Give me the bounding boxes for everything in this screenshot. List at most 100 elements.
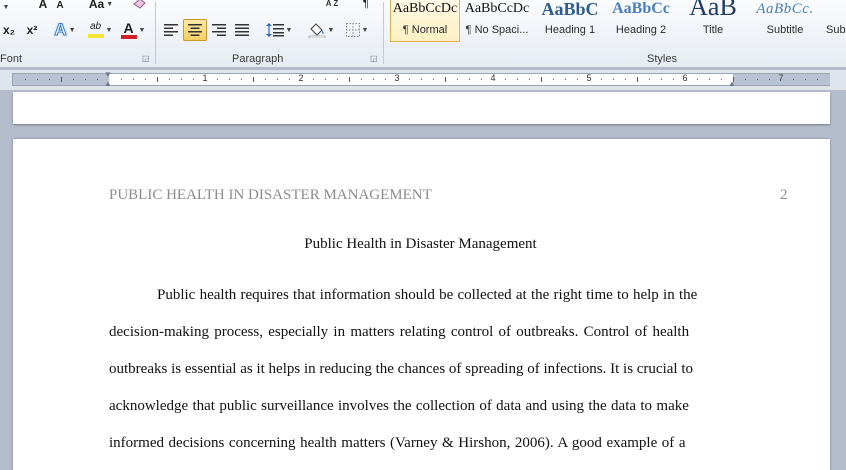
subscript-button[interactable]: x₂ xyxy=(0,20,18,40)
ruler-number: 2 xyxy=(298,73,304,83)
paragraph-dialog-launcher-icon[interactable]: ◲ xyxy=(370,54,378,63)
ruler-dot xyxy=(325,79,326,80)
first-line-indent-marker[interactable]: ▼ xyxy=(104,70,112,79)
document-title[interactable]: Public Health in Disaster Management xyxy=(13,236,828,253)
ruler-half-tick xyxy=(61,77,62,82)
ruler-dot xyxy=(745,79,746,80)
style-subtitle[interactable]: AaBbCc. Subtitle xyxy=(750,0,820,42)
styles-group: AaBbCcDc ¶ Normal AaBbCcDc ¶ No Spaci...… xyxy=(384,0,846,68)
chevron-down-icon: ▼ xyxy=(285,26,293,34)
style-heading-1[interactable]: AaBbC Heading 1 xyxy=(535,0,605,42)
running-header[interactable]: PUBLIC HEALTH IN DISASTER MANAGEMENT xyxy=(109,187,432,204)
shading-button[interactable]: ▼ xyxy=(304,19,338,41)
style-subtitle-sample: AaBbCc. xyxy=(756,1,814,17)
style-heading-2-label: Heading 2 xyxy=(615,24,667,36)
borders-button[interactable]: ▼ xyxy=(340,19,374,41)
font-size-dropdown-caret[interactable]: ▼ xyxy=(0,0,10,14)
sort-icon: A Z xyxy=(325,0,339,8)
ruler-dot xyxy=(409,79,410,80)
style-heading-1-label: Heading 1 xyxy=(544,24,596,36)
ruler-dot xyxy=(757,79,758,80)
chevron-down-icon: ▼ xyxy=(68,26,76,34)
body-line[interactable]: informed decisions concerning health mat… xyxy=(109,435,686,452)
line-spacing-icon xyxy=(265,23,284,37)
ruler-dot xyxy=(709,79,710,80)
right-indent-marker[interactable]: ▲ xyxy=(728,79,736,88)
body-line[interactable]: Public health requires that information … xyxy=(157,287,697,304)
text-effects-button[interactable]: A ▼ xyxy=(52,20,78,40)
sort-button[interactable]: A Z xyxy=(322,0,342,10)
ruler-dot xyxy=(769,79,770,80)
style-heading-2[interactable]: AaBbCc Heading 2 xyxy=(606,0,676,42)
font-dialog-launcher-icon[interactable]: ◲ xyxy=(142,54,150,63)
ruler-dot xyxy=(37,79,38,80)
style-normal-sample: AaBbCcDc xyxy=(392,1,458,16)
grow-font-button[interactable]: A xyxy=(34,0,52,12)
justify-icon xyxy=(235,24,249,36)
ruler-number: 7 xyxy=(778,73,784,83)
body-line[interactable]: acknowledge that public surveillance inv… xyxy=(109,398,689,415)
ruler-dot xyxy=(433,79,434,80)
ruler-dot xyxy=(313,79,314,80)
align-center-icon xyxy=(188,24,202,36)
paint-bucket-icon xyxy=(308,23,325,38)
change-case-button[interactable]: Aa ▼ xyxy=(86,0,116,12)
ruler-dot xyxy=(97,79,98,80)
ruler-dot xyxy=(793,79,794,80)
ruler-number: 5 xyxy=(586,73,592,83)
ruler-dot xyxy=(613,79,614,80)
ruler-dot xyxy=(481,79,482,80)
text-highlight-button[interactable]: ab ▼ xyxy=(84,19,116,41)
line-spacing-button[interactable]: ▼ xyxy=(264,19,294,41)
ruler-dot xyxy=(133,79,134,80)
ruler-dot xyxy=(673,79,674,80)
ruler-dot xyxy=(649,79,650,80)
clear-formatting-button[interactable] xyxy=(130,0,150,12)
borders-icon xyxy=(345,23,360,37)
align-right-button[interactable] xyxy=(208,19,230,41)
ruler-band: 1 2 3 4 5 6 7 xyxy=(12,73,830,86)
body-line[interactable]: decision-making process, especially in m… xyxy=(109,324,689,341)
font-color-button[interactable]: A ▼ xyxy=(118,19,148,41)
hanging-indent-marker[interactable]: ▲ xyxy=(104,79,112,88)
font-group: ▼ A A Aa ▼ x₂ x² A ▼ ab ▼ A ▼ Font ◲ xyxy=(0,0,155,68)
show-formatting-marks-button[interactable]: ¶ xyxy=(358,0,374,10)
style-subtitle-label: Subtitle xyxy=(766,24,804,36)
ruler-dot xyxy=(625,79,626,80)
style-title-label: Title xyxy=(702,24,724,36)
style-no-spacing[interactable]: AaBbCcDc ¶ No Spaci... xyxy=(462,0,532,42)
highlighter-icon: ab xyxy=(87,22,104,38)
ruler-dot xyxy=(421,79,422,80)
align-left-icon xyxy=(164,24,178,36)
ruler-half-tick xyxy=(637,77,638,82)
ruler-dot xyxy=(265,79,266,80)
ruler-half-tick xyxy=(157,77,158,82)
superscript-button[interactable]: x² xyxy=(22,20,42,40)
chevron-down-icon: ▼ xyxy=(106,0,114,8)
ruler-dot xyxy=(601,79,602,80)
ruler-dot xyxy=(505,79,506,80)
shrink-font-button[interactable]: A xyxy=(52,0,68,12)
style-title[interactable]: AaB Title xyxy=(678,0,748,42)
document-page[interactable]: PUBLIC HEALTH IN DISASTER MANAGEMENT 2 P… xyxy=(13,139,830,470)
style-subtle-emphasis[interactable]: Sub xyxy=(822,0,846,42)
font-color-bar xyxy=(120,34,137,39)
style-no-spacing-sample: AaBbCcDc xyxy=(464,1,530,16)
ruler-dot xyxy=(337,79,338,80)
page-number: 2 xyxy=(780,187,788,203)
font-color-icon: A xyxy=(120,21,137,39)
font-group-label: Font xyxy=(0,53,23,65)
horizontal-ruler[interactable]: 1 2 3 4 5 6 7 ▼ ▲ ▲ xyxy=(0,70,846,90)
ruler-dot xyxy=(241,79,242,80)
justify-button[interactable] xyxy=(231,19,253,41)
style-normal[interactable]: AaBbCcDc ¶ Normal xyxy=(390,0,460,42)
ruler-number: 4 xyxy=(490,73,496,83)
body-line[interactable]: outbreaks is essential as it helps in re… xyxy=(109,361,693,378)
chevron-down-icon: ▼ xyxy=(361,26,369,34)
ruler-dot xyxy=(277,79,278,80)
ruler-dot xyxy=(577,79,578,80)
align-right-icon xyxy=(212,24,226,36)
ruler-dot xyxy=(229,79,230,80)
align-left-button[interactable] xyxy=(160,19,182,41)
align-center-button[interactable] xyxy=(183,19,207,41)
